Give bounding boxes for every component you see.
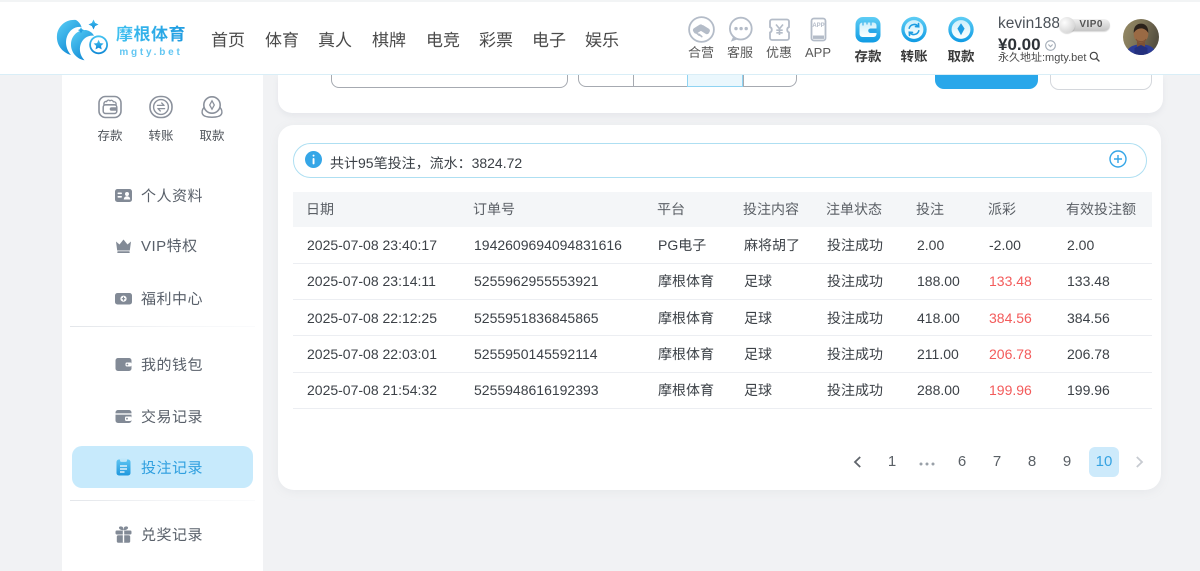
svg-text:APP: APP [812,23,824,29]
